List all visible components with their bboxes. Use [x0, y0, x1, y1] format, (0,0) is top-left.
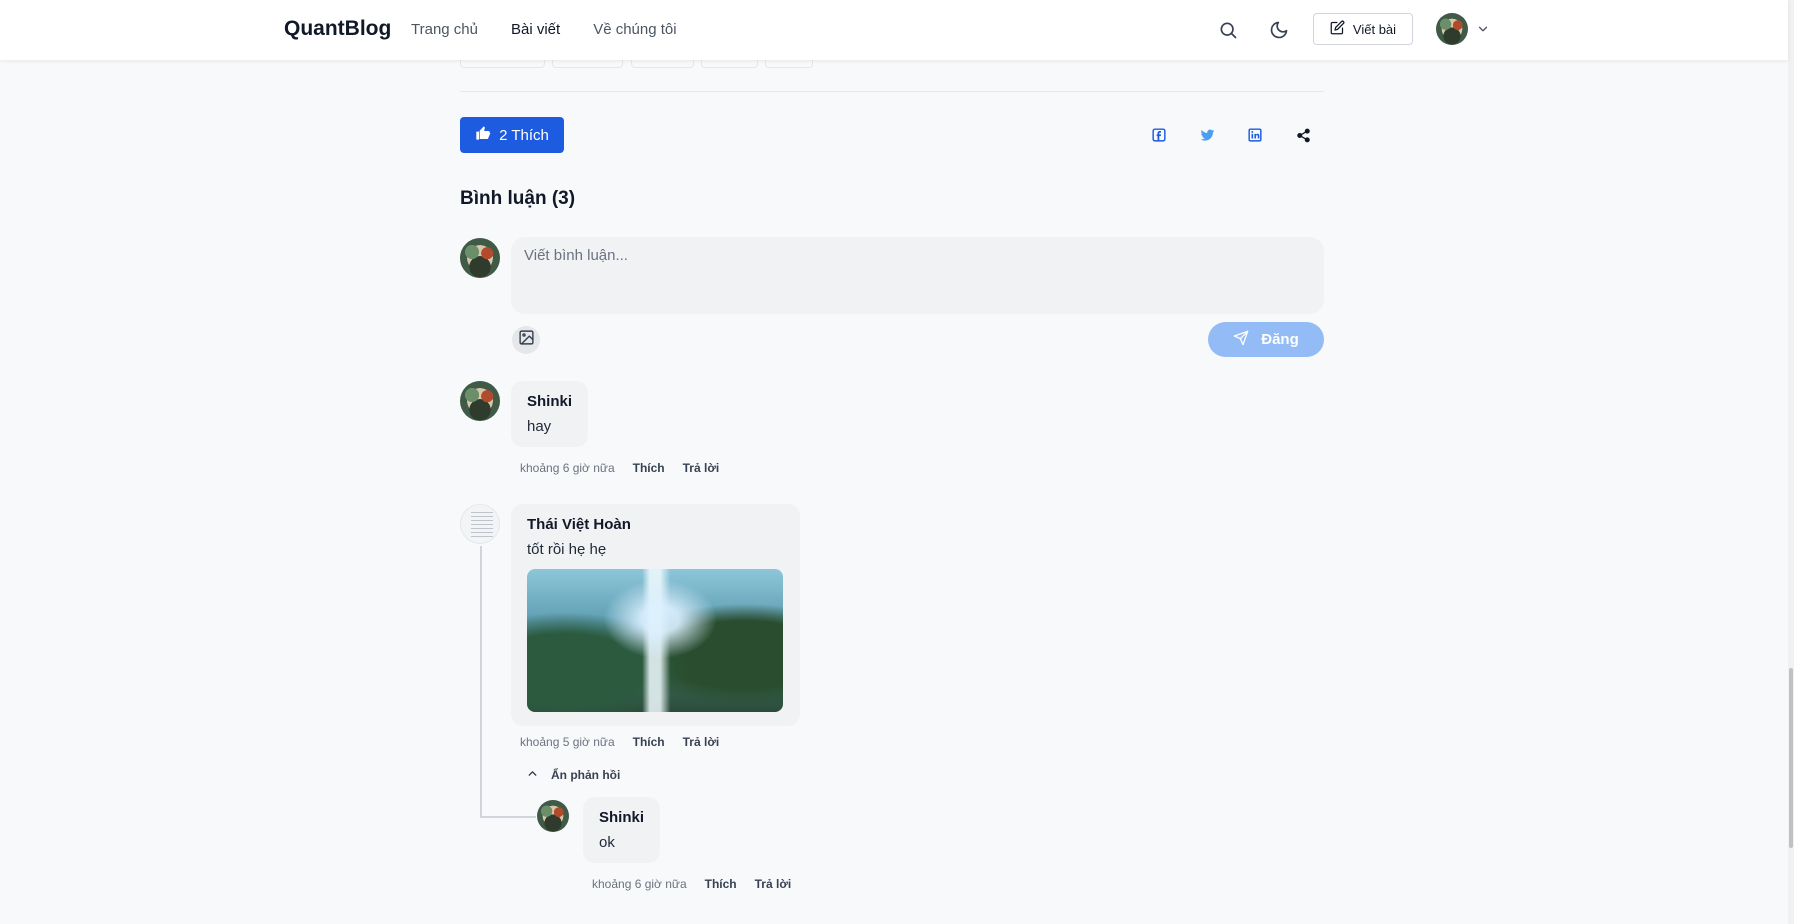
- reply-author-avatar[interactable]: [537, 800, 569, 832]
- thread-line: [480, 546, 482, 818]
- comment-text: hay: [527, 418, 552, 435]
- comment-author[interactable]: Shinki: [527, 393, 572, 410]
- comment-meta: khoảng 5 giờ nữa Thích Trả lời: [520, 735, 719, 749]
- comment-bubble: Thái Việt Hoàn tốt rồi hẹ hẹ: [511, 504, 800, 726]
- reply-bubble: Shinki ok: [583, 797, 661, 863]
- chevron-down-icon[interactable]: [1476, 22, 1490, 41]
- post-comment-label: Đăng: [1261, 331, 1299, 348]
- comment-input[interactable]: [511, 237, 1324, 314]
- comment-author-avatar[interactable]: [460, 381, 500, 421]
- nav-item-home[interactable]: Trang chủ: [411, 21, 478, 38]
- attach-image-button[interactable]: [512, 326, 540, 354]
- reply-time: khoảng 6 giờ nữa: [592, 877, 687, 891]
- hide-replies-button[interactable]: Ẩn phản hồi: [526, 767, 620, 783]
- reply-meta: khoảng 6 giờ nữa Thích Trả lời: [592, 877, 791, 891]
- thumbs-up-icon: [475, 125, 491, 145]
- section-divider: [460, 91, 1324, 92]
- comment-like-button[interactable]: Thích: [633, 735, 665, 749]
- edit-icon: [1330, 20, 1345, 38]
- comment-author-avatar[interactable]: [460, 504, 500, 544]
- write-post-label: Viết bài: [1352, 21, 1397, 37]
- comment-meta: khoảng 6 giờ nữa Thích Trả lời: [520, 461, 719, 475]
- chevron-up-icon: [526, 767, 539, 783]
- top-navbar: QuantBlog Trang chủ Bài viết Về chúng tô…: [0, 0, 1788, 60]
- linkedin-icon[interactable]: [1245, 125, 1265, 145]
- comment-image[interactable]: [527, 569, 783, 712]
- user-avatar[interactable]: [1436, 13, 1468, 45]
- image-icon: [518, 329, 535, 351]
- hide-replies-label: Ẩn phản hồi: [551, 768, 621, 782]
- comment-like-button[interactable]: Thích: [633, 461, 665, 475]
- comment-reply-button[interactable]: Trả lời: [683, 461, 720, 475]
- site-logo[interactable]: QuantBlog: [284, 17, 391, 41]
- thread-line: [480, 816, 536, 818]
- comment-author[interactable]: Thái Việt Hoàn: [527, 516, 784, 533]
- like-button[interactable]: 2 Thích: [460, 117, 564, 153]
- reply-author[interactable]: Shinki: [599, 809, 644, 826]
- scrollbar-thumb[interactable]: [1789, 668, 1793, 848]
- comment-time: khoảng 6 giờ nữa: [520, 461, 615, 475]
- write-post-button[interactable]: Viết bài: [1313, 13, 1413, 45]
- moon-icon[interactable]: [1266, 17, 1292, 43]
- reply-like-button[interactable]: Thích: [705, 877, 737, 891]
- search-icon[interactable]: [1215, 17, 1241, 43]
- comment-time: khoảng 5 giờ nữa: [520, 735, 615, 749]
- comment-reply-button[interactable]: Trả lời: [683, 735, 720, 749]
- comments-title: Bình luận (3): [460, 188, 576, 209]
- post-comment-button[interactable]: Đăng: [1208, 322, 1324, 357]
- current-user-avatar: [460, 238, 500, 278]
- facebook-icon[interactable]: [1149, 125, 1169, 145]
- comment-bubble: Shinki hay: [511, 381, 589, 447]
- main-nav: Trang chủ Bài viết Về chúng tôi: [411, 21, 677, 38]
- comment-text: tốt rồi hẹ hẹ: [527, 541, 607, 558]
- nav-item-about[interactable]: Về chúng tôi: [593, 21, 676, 38]
- reply-text: ok: [599, 834, 615, 851]
- like-count-label: 2 Thích: [499, 126, 549, 144]
- reply-reply-button[interactable]: Trả lời: [755, 877, 792, 891]
- twitter-icon[interactable]: [1197, 125, 1217, 145]
- share-icon[interactable]: [1293, 125, 1313, 145]
- send-icon: [1233, 330, 1249, 350]
- nav-item-posts[interactable]: Bài viết: [511, 21, 560, 38]
